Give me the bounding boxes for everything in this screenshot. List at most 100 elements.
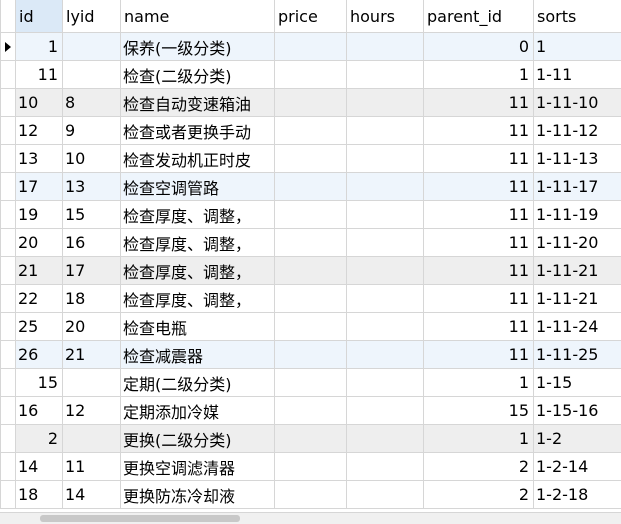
cell-hours[interactable] [347, 201, 424, 229]
cell-name[interactable]: 保养(一级分类) [121, 33, 275, 61]
cell-name[interactable]: 检查或者更换手动 [121, 117, 275, 145]
cell-parent-id[interactable]: 11 [424, 341, 534, 369]
table-row[interactable]: 1411更换空调滤清器21-2-14 [1, 453, 621, 481]
table-row[interactable]: 2016检查厚度、调整，111-11-20 [1, 229, 621, 257]
cell-lyid[interactable]: 8 [63, 89, 121, 117]
row-indicator[interactable] [1, 369, 16, 397]
cell-id[interactable]: 19 [16, 201, 63, 229]
cell-lyid[interactable] [63, 61, 121, 89]
cell-sorts[interactable]: 1-11-12 [534, 117, 621, 145]
cell-parent-id[interactable]: 0 [424, 33, 534, 61]
cell-name[interactable]: 检查自动变速箱油 [121, 89, 275, 117]
cell-hours[interactable] [347, 285, 424, 313]
row-indicator[interactable] [1, 229, 16, 257]
row-indicator[interactable] [1, 257, 16, 285]
cell-lyid[interactable]: 20 [63, 313, 121, 341]
cell-lyid[interactable]: 9 [63, 117, 121, 145]
table-row[interactable]: 1310检查发动机正时皮111-11-13 [1, 145, 621, 173]
cell-name[interactable]: 更换(二级分类) [121, 425, 275, 453]
row-indicator[interactable] [1, 61, 16, 89]
table-row[interactable]: 108检查自动变速箱油111-11-10 [1, 89, 621, 117]
cell-id[interactable]: 16 [16, 397, 63, 425]
cell-hours[interactable] [347, 173, 424, 201]
cell-name[interactable]: 检查减震器 [121, 341, 275, 369]
cell-hours[interactable] [347, 341, 424, 369]
cell-id[interactable]: 10 [16, 89, 63, 117]
cell-parent-id[interactable]: 11 [424, 285, 534, 313]
cell-lyid[interactable]: 16 [63, 229, 121, 257]
cell-id[interactable]: 20 [16, 229, 63, 257]
cell-name[interactable]: 检查发动机正时皮 [121, 145, 275, 173]
cell-price[interactable] [275, 89, 347, 117]
cell-hours[interactable] [347, 481, 424, 509]
cell-parent-id[interactable]: 2 [424, 453, 534, 481]
table-row[interactable]: 2218检查厚度、调整，111-11-21 [1, 285, 621, 313]
cell-price[interactable] [275, 425, 347, 453]
cell-price[interactable] [275, 453, 347, 481]
cell-name[interactable]: 检查厚度、调整， [121, 285, 275, 313]
cell-name[interactable]: 检查厚度、调整， [121, 229, 275, 257]
cell-id[interactable]: 12 [16, 117, 63, 145]
cell-id[interactable]: 1 [16, 33, 63, 61]
cell-hours[interactable] [347, 313, 424, 341]
cell-name[interactable]: 定期添加冷媒 [121, 397, 275, 425]
cell-price[interactable] [275, 481, 347, 509]
column-header-hours[interactable]: hours [347, 0, 424, 33]
cell-hours[interactable] [347, 453, 424, 481]
cell-id[interactable]: 25 [16, 313, 63, 341]
table-row[interactable]: 1保养(一级分类)01 [1, 33, 621, 61]
cell-sorts[interactable]: 1-11-17 [534, 173, 621, 201]
cell-lyid[interactable] [63, 425, 121, 453]
cell-sorts[interactable]: 1-2-18 [534, 481, 621, 509]
cell-price[interactable] [275, 201, 347, 229]
horizontal-scrollbar[interactable] [0, 512, 621, 524]
cell-hours[interactable] [347, 257, 424, 285]
cell-hours[interactable] [347, 397, 424, 425]
column-header-sorts[interactable]: sorts [534, 0, 621, 33]
cell-hours[interactable] [347, 425, 424, 453]
cell-lyid[interactable]: 13 [63, 173, 121, 201]
cell-sorts[interactable]: 1-15 [534, 369, 621, 397]
row-indicator[interactable] [1, 33, 16, 61]
cell-sorts[interactable]: 1-11-25 [534, 341, 621, 369]
cell-lyid[interactable]: 11 [63, 453, 121, 481]
cell-id[interactable]: 11 [16, 61, 63, 89]
table-row[interactable]: 1612定期添加冷媒151-15-16 [1, 397, 621, 425]
row-indicator[interactable] [1, 313, 16, 341]
row-indicator[interactable] [1, 145, 16, 173]
cell-parent-id[interactable]: 11 [424, 229, 534, 257]
cell-name[interactable]: 检查厚度、调整， [121, 201, 275, 229]
cell-lyid[interactable] [63, 369, 121, 397]
row-indicator[interactable] [1, 285, 16, 313]
cell-price[interactable] [275, 173, 347, 201]
cell-lyid[interactable]: 17 [63, 257, 121, 285]
cell-lyid[interactable]: 12 [63, 397, 121, 425]
cell-price[interactable] [275, 33, 347, 61]
cell-sorts[interactable]: 1-11-10 [534, 89, 621, 117]
cell-lyid[interactable]: 10 [63, 145, 121, 173]
table-row[interactable]: 2520检查电瓶111-11-24 [1, 313, 621, 341]
cell-price[interactable] [275, 369, 347, 397]
cell-id[interactable]: 26 [16, 341, 63, 369]
cell-parent-id[interactable]: 11 [424, 257, 534, 285]
table-row[interactable]: 1915检查厚度、调整，111-11-19 [1, 201, 621, 229]
table-row[interactable]: 2621检查减震器111-11-25 [1, 341, 621, 369]
cell-lyid[interactable] [63, 33, 121, 61]
row-indicator[interactable] [1, 201, 16, 229]
row-indicator[interactable] [1, 173, 16, 201]
column-header-id[interactable]: id [16, 0, 63, 33]
cell-sorts[interactable]: 1-11 [534, 61, 621, 89]
cell-lyid[interactable]: 14 [63, 481, 121, 509]
cell-name[interactable]: 定期(二级分类) [121, 369, 275, 397]
cell-parent-id[interactable]: 11 [424, 173, 534, 201]
cell-parent-id[interactable]: 11 [424, 313, 534, 341]
cell-parent-id[interactable]: 11 [424, 145, 534, 173]
cell-price[interactable] [275, 145, 347, 173]
row-indicator[interactable] [1, 425, 16, 453]
row-indicator[interactable] [1, 481, 16, 509]
cell-price[interactable] [275, 341, 347, 369]
cell-parent-id[interactable]: 15 [424, 397, 534, 425]
cell-hours[interactable] [347, 89, 424, 117]
cell-sorts[interactable]: 1-11-21 [534, 257, 621, 285]
cell-id[interactable]: 17 [16, 173, 63, 201]
